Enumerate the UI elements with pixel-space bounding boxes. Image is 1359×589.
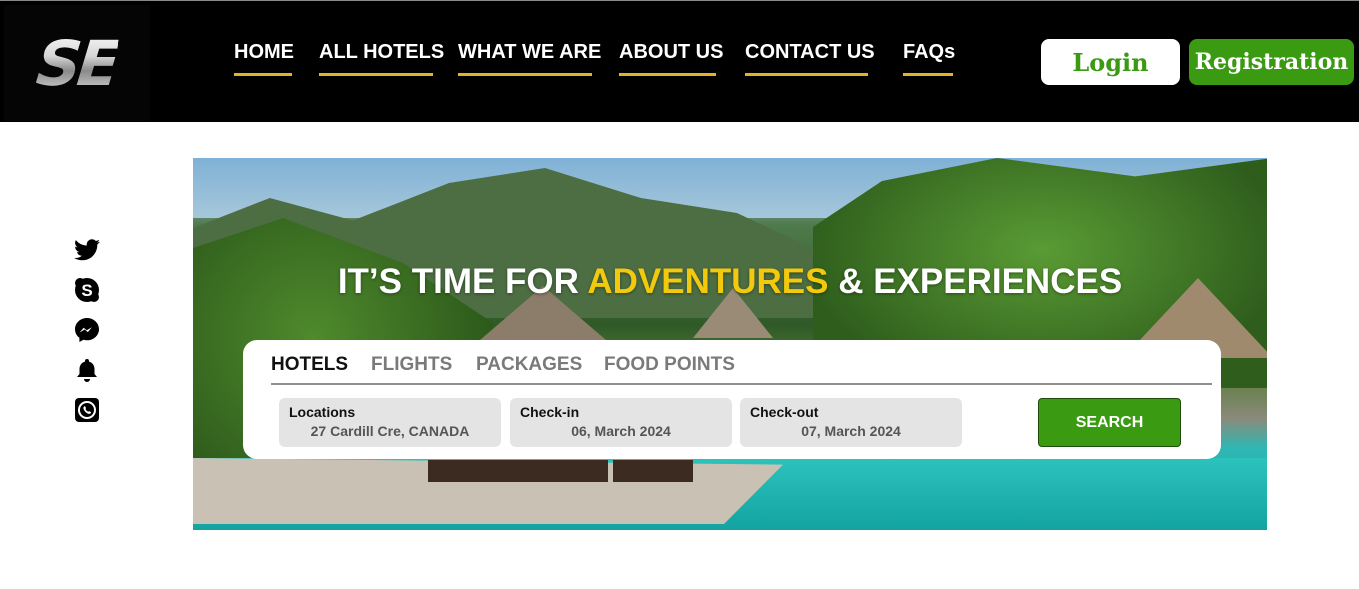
nav-underline xyxy=(319,73,433,76)
nav-item-label: WHAT WE ARE xyxy=(458,41,602,63)
nav-item-all-hotels[interactable]: ALL HOTELS xyxy=(319,41,445,76)
hero-title-end: & EXPERIENCES xyxy=(828,262,1123,301)
check-in-label: Check-in xyxy=(520,404,580,420)
tab-packages[interactable]: PACKAGES xyxy=(476,354,582,376)
check-out-value: 07, March 2024 xyxy=(801,423,901,439)
nav-item-about-us[interactable]: ABOUT US xyxy=(619,41,724,76)
check-out-field[interactable]: Check-out 07, March 2024 xyxy=(740,398,962,447)
nav-item-label: ALL HOTELS xyxy=(319,41,445,63)
location-value: 27 Cardill Cre, CANADA xyxy=(310,423,470,439)
hero-title: IT’S TIME FOR ADVENTURES & EXPERIENCES xyxy=(193,262,1267,302)
nav-item-label: FAQs xyxy=(903,41,956,63)
nav-item-home[interactable]: HOME xyxy=(234,41,294,76)
login-button[interactable]: Login xyxy=(1041,39,1180,85)
registration-button[interactable]: Registration xyxy=(1189,39,1354,85)
nav-underline xyxy=(619,73,716,76)
bell-icon[interactable] xyxy=(72,356,102,384)
nav-underline xyxy=(458,73,592,76)
twitter-icon[interactable] xyxy=(72,236,102,264)
svg-text:S: S xyxy=(81,281,92,300)
nav-item-label: HOME xyxy=(234,41,294,63)
whatsapp-icon[interactable] xyxy=(72,396,102,424)
nav-underline xyxy=(234,73,292,76)
nav-item-label: ABOUT US xyxy=(619,41,724,63)
skype-icon[interactable]: S xyxy=(72,276,102,304)
hero-lounger xyxy=(428,460,608,482)
tab-hotels[interactable]: HOTELS xyxy=(271,354,348,376)
hero-title-accent: ADVENTURES xyxy=(587,262,829,301)
tab-food-points[interactable]: FOOD POINTS xyxy=(604,354,735,376)
nav-item-faqs[interactable]: FAQs xyxy=(903,41,956,76)
search-button[interactable]: SEARCH xyxy=(1038,398,1181,447)
check-in-field[interactable]: Check-in 06, March 2024 xyxy=(510,398,732,447)
search-panel: HOTELS FLIGHTS PACKAGES FOOD POINTS Loca… xyxy=(243,340,1221,459)
hero-title-start: IT’S TIME FOR xyxy=(337,262,588,301)
site-logo[interactable]: SE xyxy=(4,5,150,121)
location-label: Locations xyxy=(289,404,356,420)
nav-item-label: CONTACT US xyxy=(745,41,875,63)
location-field[interactable]: Locations 27 Cardill Cre, CANADA xyxy=(279,398,501,447)
nav-item-contact-us[interactable]: CONTACT US xyxy=(745,41,875,76)
top-navigation-bar: SE HOME ALL HOTELS WHAT WE ARE ABOUT US … xyxy=(0,0,1359,122)
check-in-value: 06, March 2024 xyxy=(571,423,671,439)
tab-divider xyxy=(271,383,1212,385)
check-out-label: Check-out xyxy=(750,404,819,420)
hero-lounger xyxy=(613,460,693,482)
messenger-icon[interactable] xyxy=(72,316,102,344)
nav-item-what-we-are[interactable]: WHAT WE ARE xyxy=(458,41,602,76)
nav-underline xyxy=(903,73,953,76)
nav-underline xyxy=(745,73,868,76)
tab-flights[interactable]: FLIGHTS xyxy=(371,354,452,376)
logo-text: SE xyxy=(33,26,121,100)
